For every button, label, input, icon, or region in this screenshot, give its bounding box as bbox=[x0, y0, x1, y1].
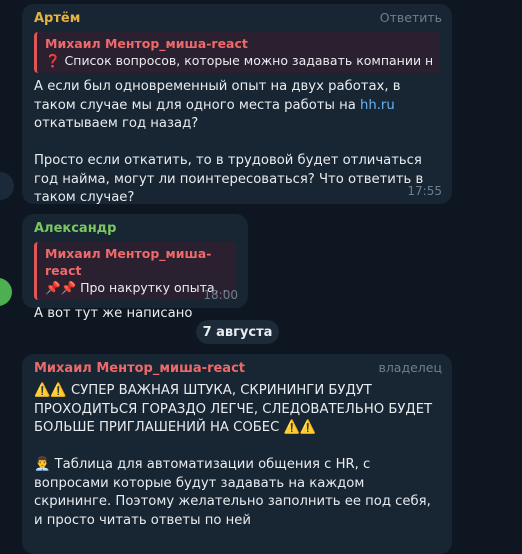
message-text-start: А если был одновременный опыт на двух ра… bbox=[34, 79, 405, 113]
quote-text: ❓ Список вопросов, которые можно задават… bbox=[45, 53, 432, 68]
message-bubble-mikhail: Михаил Ментор_миша-react владелец ⚠️⚠️ С… bbox=[22, 354, 452, 554]
message-text-end: откатываем год назад? Просто если откати… bbox=[34, 116, 424, 205]
quote-text: 📌📌 Про накрутку опыта, ... bbox=[45, 280, 228, 295]
reply-quote[interactable]: Михаил Ментор_миша-react ❓ Список вопрос… bbox=[34, 32, 440, 73]
sender-name[interactable]: Александр bbox=[34, 220, 236, 238]
date-separator: 7 августа bbox=[196, 320, 279, 344]
message-time: 17:55 bbox=[407, 184, 442, 198]
avatar-artyom[interactable] bbox=[0, 172, 14, 200]
message-bubble-artyom: Артём Ответить Михаил Ментор_миша-react … bbox=[22, 4, 452, 205]
message-time: 18:00 bbox=[203, 288, 238, 302]
message-bubble-alexander: Александр Михаил Ментор_миша-react 📌📌 Пр… bbox=[22, 214, 248, 321]
avatar-alexander[interactable] bbox=[0, 278, 12, 306]
owner-badge: владелец bbox=[378, 360, 442, 375]
message-text: А если был одновременный опыт на двух ра… bbox=[34, 78, 440, 208]
quote-author: Михаил Ментор_миша-react bbox=[45, 36, 248, 51]
hh-link[interactable]: hh.ru bbox=[360, 98, 395, 113]
reply-button[interactable]: Ответить bbox=[380, 10, 442, 25]
quote-author: Михаил Ментор_миша-react bbox=[45, 246, 212, 278]
message-text: ⚠️⚠️ СУПЕР ВАЖНАЯ ШТУКА, СКРИНИНГИ БУДУТ… bbox=[34, 383, 433, 528]
